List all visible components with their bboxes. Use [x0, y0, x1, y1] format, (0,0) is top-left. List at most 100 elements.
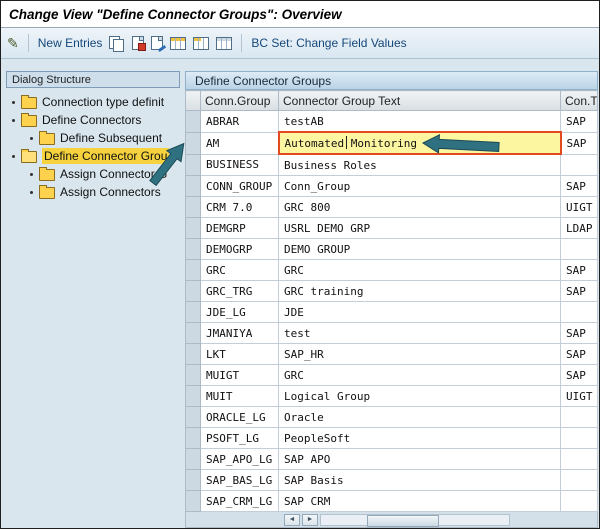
conn-group-cell[interactable]: SAP_APO_LG: [200, 448, 279, 470]
row-selector[interactable]: [185, 385, 201, 407]
con-type-cell[interactable]: [560, 301, 598, 323]
column-header-group-text[interactable]: Connector Group Text: [278, 90, 561, 111]
conn-group-cell[interactable]: DEMOGRP: [200, 238, 279, 260]
conn-group-cell[interactable]: BUSINESS: [200, 153, 279, 176]
conn-group-cell[interactable]: GRC_TRG: [200, 280, 279, 302]
row-selector[interactable]: [185, 131, 201, 155]
tree-item-assign-connector-g[interactable]: Assign Connector G: [6, 165, 180, 183]
conn-group-cell[interactable]: CONN_GROUP: [200, 175, 279, 197]
select-all-icon[interactable]: [170, 36, 187, 50]
row-selector[interactable]: [185, 322, 201, 344]
con-type-cell[interactable]: SAP: [560, 175, 598, 197]
group-text-cell[interactable]: test: [278, 322, 561, 344]
select-all-corner[interactable]: [185, 90, 201, 111]
group-text-cell[interactable]: SAP_HR: [278, 343, 561, 365]
group-text-cell[interactable]: Automated Monitoring: [277, 131, 562, 155]
scrollbar-thumb[interactable]: [367, 514, 439, 527]
row-selector[interactable]: [185, 110, 201, 133]
con-type-cell[interactable]: LDAP: [560, 217, 598, 239]
row-selector[interactable]: [185, 175, 201, 197]
table-row[interactable]: GRC GRC SAP: [185, 259, 598, 281]
row-selector[interactable]: [185, 301, 201, 323]
scroll-right-button[interactable]: ►: [302, 513, 318, 526]
row-selector[interactable]: [185, 343, 201, 365]
scroll-left-button[interactable]: ◄: [284, 513, 300, 526]
con-type-cell[interactable]: UIGT: [560, 196, 598, 218]
display-change-toggle-icon[interactable]: ✎: [7, 35, 19, 51]
conn-group-cell[interactable]: SAP_CRM_LG: [200, 490, 279, 512]
conn-group-cell[interactable]: AM: [200, 131, 279, 155]
group-text-cell[interactable]: Conn_Group: [278, 175, 561, 197]
table-row[interactable]: ABRAR testAB SAP: [185, 110, 598, 133]
group-text-cell[interactable]: GRC: [278, 364, 561, 386]
table-row[interactable]: DEMGRP USRL DEMO GRP LDAP: [185, 217, 598, 239]
table-row[interactable]: GRC_TRG GRC training SAP: [185, 280, 598, 302]
tree-item-define-connectors[interactable]: Define Connectors: [6, 111, 180, 129]
select-block-icon[interactable]: [193, 36, 210, 50]
tree-item-define-subsequent[interactable]: Define Subsequent: [6, 129, 180, 147]
conn-group-cell[interactable]: JDE_LG: [200, 301, 279, 323]
table-row[interactable]: SAP_APO_LG SAP APO: [185, 448, 598, 470]
conn-group-cell[interactable]: CRM 7.0: [200, 196, 279, 218]
group-text-cell[interactable]: USRL DEMO GRP: [278, 217, 561, 239]
tree-item-assign-connectors[interactable]: Assign Connectors: [6, 183, 180, 201]
table-row[interactable]: ORACLE_LG Oracle: [185, 406, 598, 428]
con-type-cell[interactable]: [560, 469, 598, 491]
row-selector[interactable]: [185, 196, 201, 218]
con-type-cell[interactable]: SAP: [560, 343, 598, 365]
column-header-con-type[interactable]: Con.T: [560, 90, 598, 111]
con-type-cell[interactable]: [560, 406, 598, 428]
table-row[interactable]: SAP_CRM_LG SAP CRM: [185, 490, 598, 512]
table-row[interactable]: MUIT Logical Group UIGT: [185, 385, 598, 407]
con-type-cell[interactable]: [560, 490, 598, 512]
con-type-cell[interactable]: SAP: [560, 364, 598, 386]
conn-group-cell[interactable]: DEMGRP: [200, 217, 279, 239]
table-row[interactable]: SAP_BAS_LG SAP Basis: [185, 469, 598, 491]
copy-as-icon[interactable]: [109, 35, 125, 52]
row-selector[interactable]: [185, 259, 201, 281]
table-row[interactable]: BUSINESS Business Roles: [185, 153, 598, 176]
group-text-cell[interactable]: Business Roles: [278, 153, 561, 176]
row-selector[interactable]: [185, 217, 201, 239]
table-row[interactable]: DEMOGRP DEMO GROUP: [185, 238, 598, 260]
bc-set-button[interactable]: BC Set: Change Field Values: [251, 36, 406, 50]
group-text-cell[interactable]: JDE: [278, 301, 561, 323]
table-row[interactable]: PSOFT_LG PeopleSoft: [185, 427, 598, 449]
conn-group-cell[interactable]: ABRAR: [200, 110, 279, 133]
row-selector[interactable]: [185, 364, 201, 386]
conn-group-cell[interactable]: PSOFT_LG: [200, 427, 279, 449]
table-row[interactable]: CRM 7.0 GRC 800 UIGT: [185, 196, 598, 218]
row-selector[interactable]: [185, 153, 201, 176]
undo-change-icon[interactable]: [151, 36, 164, 50]
conn-group-cell[interactable]: SAP_BAS_LG: [200, 469, 279, 491]
group-text-cell[interactable]: SAP APO: [278, 448, 561, 470]
conn-group-cell[interactable]: LKT: [200, 343, 279, 365]
con-type-cell[interactable]: [560, 448, 598, 470]
scrollbar-track[interactable]: [320, 513, 510, 527]
conn-group-cell[interactable]: JMANIYA: [200, 322, 279, 344]
row-selector[interactable]: [185, 469, 201, 491]
row-selector[interactable]: [185, 280, 201, 302]
group-text-cell[interactable]: GRC: [278, 259, 561, 281]
table-row[interactable]: MUIGT GRC SAP: [185, 364, 598, 386]
conn-group-cell[interactable]: ORACLE_LG: [200, 406, 279, 428]
conn-group-cell[interactable]: MUIGT: [200, 364, 279, 386]
group-text-cell[interactable]: testAB: [278, 110, 561, 133]
group-text-cell[interactable]: GRC 800: [278, 196, 561, 218]
row-selector[interactable]: [185, 448, 201, 470]
group-text-cell[interactable]: DEMO GROUP: [278, 238, 561, 260]
table-row[interactable]: JMANIYA test SAP: [185, 322, 598, 344]
horizontal-scrollbar[interactable]: ◄ ►: [185, 512, 598, 528]
con-type-cell[interactable]: [560, 238, 598, 260]
table-row[interactable]: AM Automated Monitoring SAP: [185, 131, 598, 155]
table-row[interactable]: CONN_GROUP Conn_Group SAP: [185, 175, 598, 197]
tree-item-connection-type-definit[interactable]: Connection type definit: [6, 93, 180, 111]
con-type-cell[interactable]: SAP: [560, 322, 598, 344]
column-header-conn-group[interactable]: Conn.Group: [200, 90, 279, 111]
row-selector[interactable]: [185, 427, 201, 449]
group-text-cell[interactable]: SAP Basis: [278, 469, 561, 491]
con-type-cell[interactable]: SAP: [560, 259, 598, 281]
con-type-cell[interactable]: [560, 427, 598, 449]
deselect-all-icon[interactable]: [216, 36, 233, 50]
row-selector[interactable]: [185, 406, 201, 428]
